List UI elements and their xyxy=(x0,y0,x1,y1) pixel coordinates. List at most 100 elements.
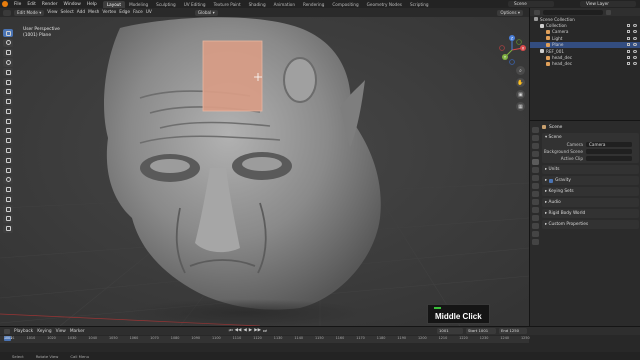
render-tab-icon[interactable] xyxy=(532,135,539,141)
scale-tool[interactable] xyxy=(3,68,13,77)
selectable-checkbox[interactable] xyxy=(627,49,630,53)
menu-playback[interactable]: Playback xyxy=(14,329,33,334)
neg-y-axis-handle[interactable] xyxy=(516,39,522,45)
perspective-toggle-button[interactable]: ▦ xyxy=(516,102,525,111)
outliner-search-input[interactable] xyxy=(543,9,603,15)
viewport-canvas[interactable] xyxy=(0,8,529,326)
current-frame-field[interactable]: 1001 xyxy=(437,328,463,334)
visibility-eye-icon[interactable] xyxy=(633,56,637,60)
play-reverse-icon[interactable]: ◀ xyxy=(243,328,246,334)
selectable-checkbox[interactable] xyxy=(627,62,630,66)
menu-edit[interactable]: Edit xyxy=(24,2,39,7)
scene-tab-icon[interactable] xyxy=(532,159,539,165)
tab-uv-editing[interactable]: UV Editing xyxy=(180,1,210,8)
transform-tool[interactable] xyxy=(3,77,13,87)
menu-mesh[interactable]: Mesh xyxy=(88,10,99,15)
start-frame-field[interactable]: Start 1001 xyxy=(466,328,496,334)
output-tab-icon[interactable] xyxy=(532,143,539,149)
world-tab-icon[interactable] xyxy=(532,167,539,173)
knife-tool[interactable] xyxy=(3,156,13,165)
gravity-panel-header[interactable]: ▸ Gravity xyxy=(542,177,639,184)
bevel-tool[interactable] xyxy=(3,136,13,145)
constraints-tab-icon[interactable] xyxy=(532,215,539,221)
selected-plane-face[interactable] xyxy=(202,40,263,112)
units-panel-header[interactable]: ▸ Units xyxy=(542,166,639,173)
zoom-button[interactable]: ⌕ xyxy=(516,66,525,75)
tab-shading[interactable]: Shading xyxy=(245,1,270,8)
select-box-tool[interactable] xyxy=(3,29,13,38)
selectable-checkbox[interactable] xyxy=(627,30,630,34)
edge-slide-tool[interactable] xyxy=(3,195,13,204)
background-scene-field[interactable] xyxy=(586,148,632,155)
extrude-tool[interactable] xyxy=(3,117,13,126)
selectable-checkbox[interactable] xyxy=(627,24,630,28)
menu-edge[interactable]: Edge xyxy=(119,10,130,15)
move-tool[interactable] xyxy=(3,48,13,57)
rip-tool[interactable] xyxy=(3,224,13,233)
menu-help[interactable]: Help xyxy=(84,2,100,7)
tab-layout[interactable]: Layout xyxy=(102,0,126,8)
menu-window[interactable]: Window xyxy=(61,2,84,7)
visibility-eye-icon[interactable] xyxy=(633,62,637,66)
active-clip-field[interactable] xyxy=(586,155,632,162)
menu-file[interactable]: File xyxy=(11,2,24,7)
tool-tab-icon[interactable] xyxy=(532,127,539,133)
tab-geometry-nodes[interactable]: Geometry Nodes xyxy=(363,1,406,8)
menu-keying[interactable]: Keying xyxy=(37,329,51,334)
rotate-tool[interactable] xyxy=(3,58,13,67)
tab-texture-paint[interactable]: Texture Paint xyxy=(210,1,245,8)
shear-tool[interactable] xyxy=(3,214,13,224)
next-keyframe-icon[interactable]: ▶▶ xyxy=(254,328,261,334)
menu-add[interactable]: Add xyxy=(77,10,85,15)
menu-vertex[interactable]: Vertex xyxy=(102,10,116,15)
tab-sculpting[interactable]: Sculpting xyxy=(152,1,180,8)
menu-face[interactable]: Face xyxy=(133,10,143,15)
material-tab-icon[interactable] xyxy=(532,231,539,237)
pan-button[interactable]: ✋ xyxy=(516,78,525,87)
tab-animation[interactable]: Animation xyxy=(270,1,299,8)
inset-tool[interactable] xyxy=(3,126,13,135)
jump-end-icon[interactable]: ⏭ xyxy=(263,328,267,334)
tab-modeling[interactable]: Modeling xyxy=(125,1,152,8)
camera-field[interactable]: Camera xyxy=(586,141,632,148)
tab-rendering[interactable]: Rendering xyxy=(299,1,328,8)
collection-tab-icon[interactable] xyxy=(532,175,539,181)
visibility-eye-icon[interactable] xyxy=(633,43,637,47)
end-frame-field[interactable]: End 1250 xyxy=(499,328,527,334)
cursor-tool[interactable] xyxy=(3,38,13,47)
physics-tab-icon[interactable] xyxy=(532,207,539,213)
visibility-eye-icon[interactable] xyxy=(633,36,637,40)
poly-build-tool[interactable] xyxy=(3,165,13,175)
tab-compositing[interactable]: Compositing xyxy=(328,1,362,8)
selectable-checkbox[interactable] xyxy=(627,36,630,40)
smooth-tool[interactable] xyxy=(3,185,13,194)
scene-panel-header[interactable]: ▾ Scene xyxy=(542,134,639,141)
neg-x-axis-handle[interactable] xyxy=(499,45,505,51)
data-tab-icon[interactable] xyxy=(532,223,539,229)
modifier-tab-icon[interactable] xyxy=(532,191,539,197)
menu-marker[interactable]: Marker xyxy=(70,329,85,334)
annotate-tool[interactable] xyxy=(3,87,13,96)
options-button[interactable]: Options ▾ xyxy=(497,9,523,16)
particles-tab-icon[interactable] xyxy=(532,199,539,205)
outliner-item[interactable]: head_dec xyxy=(530,61,640,67)
play-icon[interactable]: ▶ xyxy=(249,328,252,334)
menu-select[interactable]: Select xyxy=(61,10,74,15)
playhead[interactable]: 1001 xyxy=(4,336,12,341)
view-layer-tab-icon[interactable] xyxy=(532,151,539,157)
audio-panel-header[interactable]: ▸ Audio xyxy=(542,199,639,206)
keying-sets-panel-header[interactable]: ▸ Keying Sets xyxy=(542,188,639,195)
spin-tool[interactable] xyxy=(3,175,13,184)
visibility-eye-icon[interactable] xyxy=(633,24,637,28)
menu-timeline-view[interactable]: View xyxy=(56,329,66,334)
menu-view[interactable]: View xyxy=(47,10,57,15)
outliner-editor-type-icon[interactable] xyxy=(534,9,540,15)
loop-cut-tool[interactable] xyxy=(3,146,13,155)
visibility-eye-icon[interactable] xyxy=(633,49,637,53)
transform-orientation-selector[interactable]: Global ▾ xyxy=(194,9,218,16)
menu-uv[interactable]: UV xyxy=(146,10,152,15)
view-layer-selector[interactable]: View Layer xyxy=(580,1,636,7)
scene-selector[interactable]: Scene xyxy=(508,1,554,7)
camera-view-button[interactable]: ▣ xyxy=(516,90,525,99)
selectable-checkbox[interactable] xyxy=(627,43,630,47)
